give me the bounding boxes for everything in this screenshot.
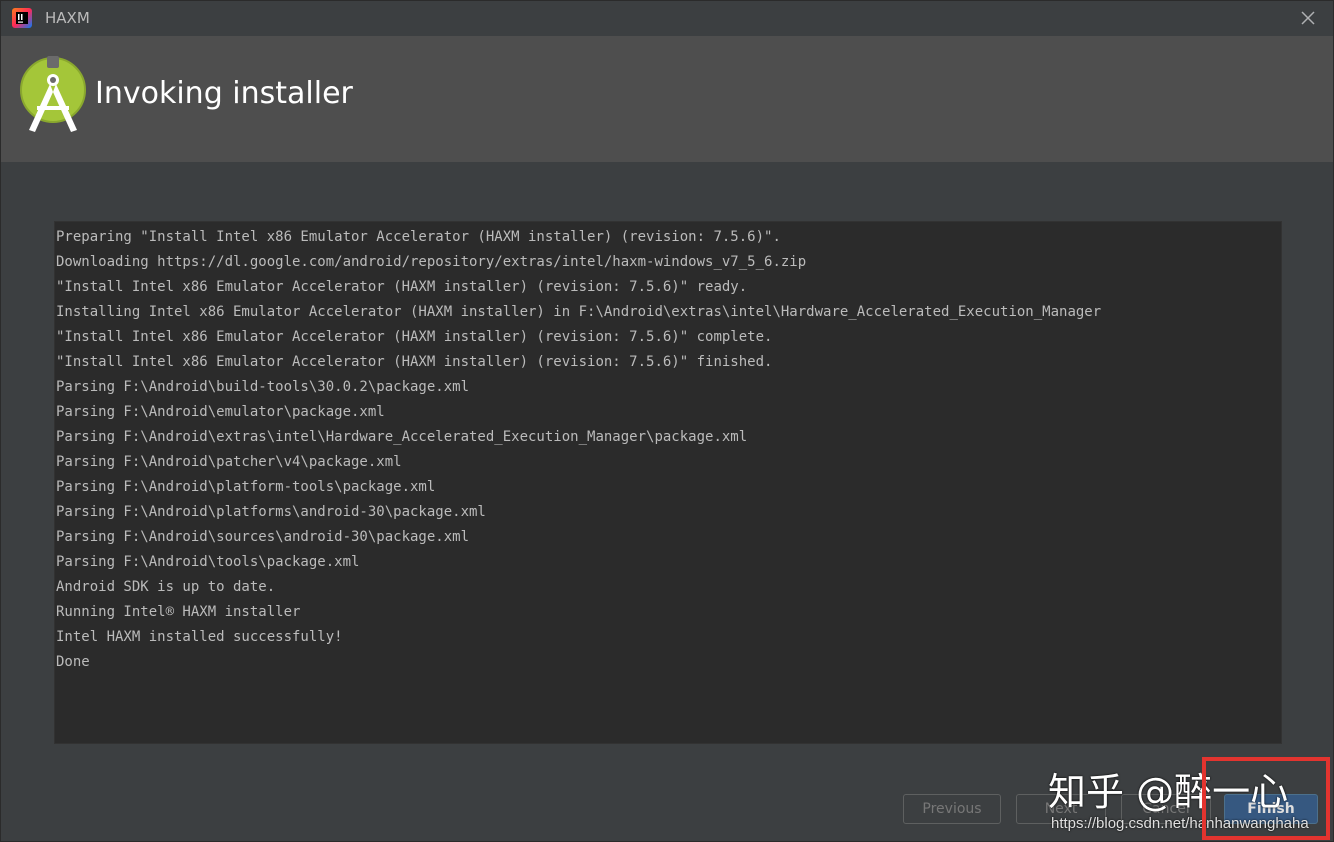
close-icon[interactable]	[1299, 9, 1317, 27]
log-line: Downloading https://dl.google.com/androi…	[56, 254, 807, 270]
log-line: Parsing F:\Android\platforms\android-30\…	[56, 504, 486, 520]
log-line: Parsing F:\Android\sources\android-30\pa…	[56, 529, 470, 545]
watermark-url: https://blog.csdn.net/hanhanwanghaha	[1051, 815, 1309, 832]
log-line: Parsing F:\Android\tools\package.xml	[56, 554, 360, 570]
log-line: Parsing F:\Android\build-tools\30.0.2\pa…	[56, 379, 470, 395]
previous-button[interactable]: Previous	[903, 794, 1001, 824]
window-title: HAXM	[45, 9, 90, 27]
log-line: Running Intel® HAXM installer	[56, 604, 301, 620]
install-log[interactable]: Preparing "Install Intel x86 Emulator Ac…	[54, 221, 1282, 744]
android-studio-logo	[20, 56, 86, 132]
wizard-header: Invoking installer	[1, 36, 1333, 162]
log-line: Parsing F:\Android\patcher\v4\package.xm…	[56, 454, 402, 470]
log-line: Parsing F:\Android\platform-tools\packag…	[56, 479, 436, 495]
log-line: Installing Intel x86 Emulator Accelerato…	[56, 304, 1102, 320]
log-line: Done	[56, 654, 90, 670]
log-line: Parsing F:\Android\extras\intel\Hardware…	[56, 429, 748, 445]
page-title: Invoking installer	[95, 76, 353, 111]
log-line: "Install Intel x86 Emulator Accelerator …	[56, 329, 773, 345]
log-line: Parsing F:\Android\emulator\package.xml	[56, 404, 385, 420]
log-line: Intel HAXM installed successfully!	[56, 629, 343, 645]
haxm-dialog: HAXM Invoking installer Preparing "Insta…	[0, 0, 1334, 842]
log-line: "Install Intel x86 Emulator Accelerator …	[56, 279, 748, 295]
log-line: Android SDK is up to date.	[56, 579, 276, 595]
watermark-zhihu: 知乎 @醉一心	[1048, 770, 1289, 814]
log-line: Preparing "Install Intel x86 Emulator Ac…	[56, 229, 781, 245]
log-line: "Install Intel x86 Emulator Accelerator …	[56, 354, 773, 370]
title-bar: HAXM	[1, 1, 1333, 36]
intellij-app-icon	[12, 8, 32, 28]
